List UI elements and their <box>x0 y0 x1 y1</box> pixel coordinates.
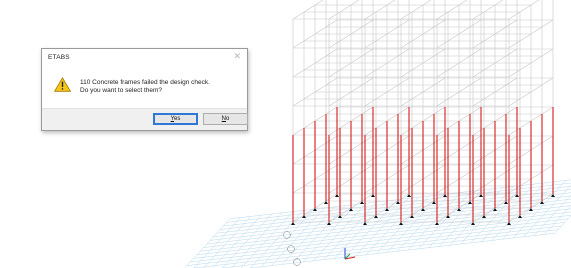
yes-button-label: es <box>174 116 181 122</box>
support-marker <box>435 222 439 225</box>
support-marker <box>324 201 328 204</box>
dialog-message: 110 Concrete frames failed the design ch… <box>80 79 240 95</box>
support-marker <box>518 215 522 218</box>
grid-line <box>191 225 562 268</box>
grid-line <box>190 218 569 263</box>
dialog-title: ETABS <box>48 54 70 61</box>
support-marker <box>360 201 364 204</box>
support-marker <box>399 222 403 225</box>
support-marker <box>407 194 411 197</box>
dialog-message-line-2: Do you want to select them? <box>80 87 163 94</box>
support-marker <box>371 194 375 197</box>
yes-button[interactable]: Yes <box>153 113 198 125</box>
grid-line <box>200 208 571 252</box>
no-button-label: o <box>226 116 230 122</box>
grid-bubble <box>287 245 295 253</box>
grid-line <box>554 215 571 234</box>
structural-model-3d-view[interactable] <box>0 0 571 268</box>
dialog-button-bar: Yes No <box>42 108 248 130</box>
dialog-message-line-1: 110 Concrete frames failed the design ch… <box>80 79 210 86</box>
support-marker <box>374 215 378 218</box>
support-marker <box>504 201 508 204</box>
support-marker <box>335 194 339 197</box>
warning-icon <box>54 77 71 92</box>
model-viewport[interactable] <box>0 0 571 268</box>
support-marker <box>338 215 342 218</box>
support-marker <box>493 208 497 211</box>
etabs-message-dialog: ETABS ✕ 110 Concrete frames failed the d… <box>41 48 248 131</box>
failed-columns <box>292 107 554 222</box>
no-button[interactable]: No <box>203 113 248 125</box>
grid-line <box>223 185 571 227</box>
grid-line <box>186 222 565 266</box>
close-icon[interactable]: ✕ <box>233 51 241 61</box>
support-marker <box>479 194 483 197</box>
